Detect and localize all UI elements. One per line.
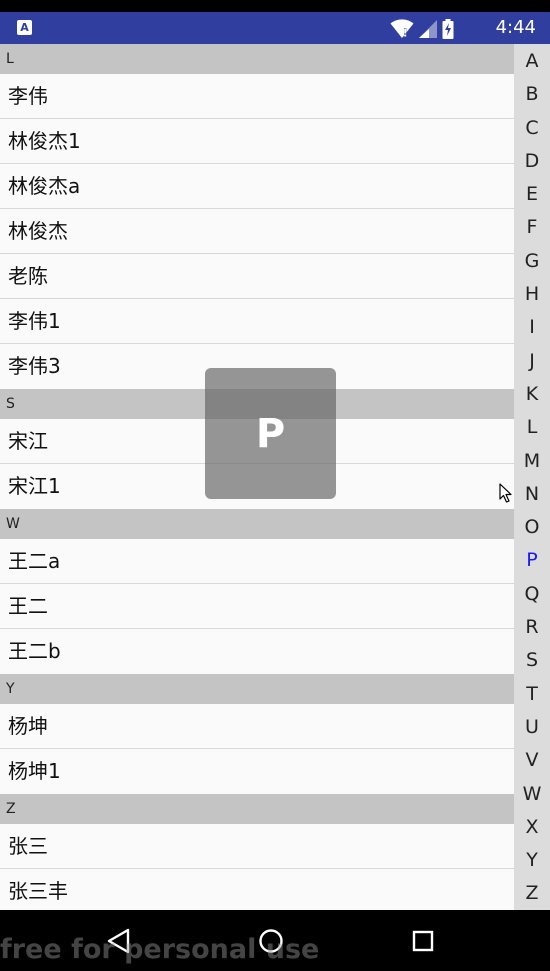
index-letter-p[interactable]: P [514, 543, 550, 576]
index-letter-w[interactable]: W [514, 777, 550, 810]
overlay-letter: P [255, 410, 286, 457]
mouse-cursor-icon [499, 483, 512, 503]
status-bar: A 4:44 [0, 12, 550, 44]
contact-row[interactable]: 王二a [0, 539, 514, 584]
index-letter-b[interactable]: B [514, 77, 550, 110]
index-letter-j[interactable]: J [514, 344, 550, 377]
index-letter-v[interactable]: V [514, 743, 550, 776]
index-letter-f[interactable]: F [514, 210, 550, 243]
section-header: L [0, 44, 514, 74]
index-letter-z[interactable]: Z [514, 876, 550, 909]
contact-row[interactable]: 杨坤 [0, 704, 514, 749]
contact-row[interactable]: 林俊杰 [0, 209, 514, 254]
index-letter-x[interactable]: X [514, 810, 550, 843]
recents-icon[interactable] [410, 928, 436, 954]
index-letter-g[interactable]: G [514, 244, 550, 277]
index-letter-i[interactable]: I [514, 310, 550, 343]
index-letter-q[interactable]: Q [514, 577, 550, 610]
index-letter-t[interactable]: T [514, 677, 550, 710]
index-letter-c[interactable]: C [514, 111, 550, 144]
index-letter-y[interactable]: Y [514, 843, 550, 876]
top-black-strip [0, 0, 550, 12]
wifi-icon [390, 19, 414, 38]
contact-row[interactable]: 林俊杰1 [0, 119, 514, 164]
index-letter-l[interactable]: L [514, 410, 550, 443]
contact-row[interactable]: 杨坤1 [0, 749, 514, 794]
index-letter-e[interactable]: E [514, 177, 550, 210]
section-header: Z [0, 794, 514, 824]
index-letter-r[interactable]: R [514, 610, 550, 643]
index-letter-s[interactable]: S [514, 643, 550, 676]
index-letter-o[interactable]: O [514, 510, 550, 543]
contact-row[interactable]: 王二 [0, 584, 514, 629]
index-letter-n[interactable]: N [514, 477, 550, 510]
index-letter-k[interactable]: K [514, 377, 550, 410]
section-header: W [0, 509, 514, 539]
contact-row[interactable]: 老陈 [0, 254, 514, 299]
index-letter-u[interactable]: U [514, 710, 550, 743]
watermark: free for personal use [0, 934, 320, 965]
index-letter-h[interactable]: H [514, 277, 550, 310]
app-notification-icon: A [17, 20, 32, 35]
battery-charging-icon [442, 19, 454, 39]
section-header: Y [0, 674, 514, 704]
letter-preview-overlay: P [205, 368, 336, 499]
contact-row[interactable]: 张三丰 [0, 869, 514, 910]
contact-row[interactable]: 林俊杰a [0, 164, 514, 209]
index-letter-d[interactable]: D [514, 144, 550, 177]
contact-row[interactable]: 李伟 [0, 74, 514, 119]
index-letter-m[interactable]: M [514, 444, 550, 477]
index-letter-a[interactable]: A [514, 44, 550, 77]
status-icons [390, 18, 454, 40]
status-time: 4:44 [495, 17, 536, 38]
contact-row[interactable]: 张三 [0, 824, 514, 869]
contact-row[interactable]: 李伟1 [0, 299, 514, 344]
contact-row[interactable]: 王二b [0, 629, 514, 674]
alphabet-index-bar[interactable]: ABCDEFGHIJKLMNOPQRSTUVWXYZ [514, 44, 550, 910]
signal-icon [419, 20, 437, 38]
